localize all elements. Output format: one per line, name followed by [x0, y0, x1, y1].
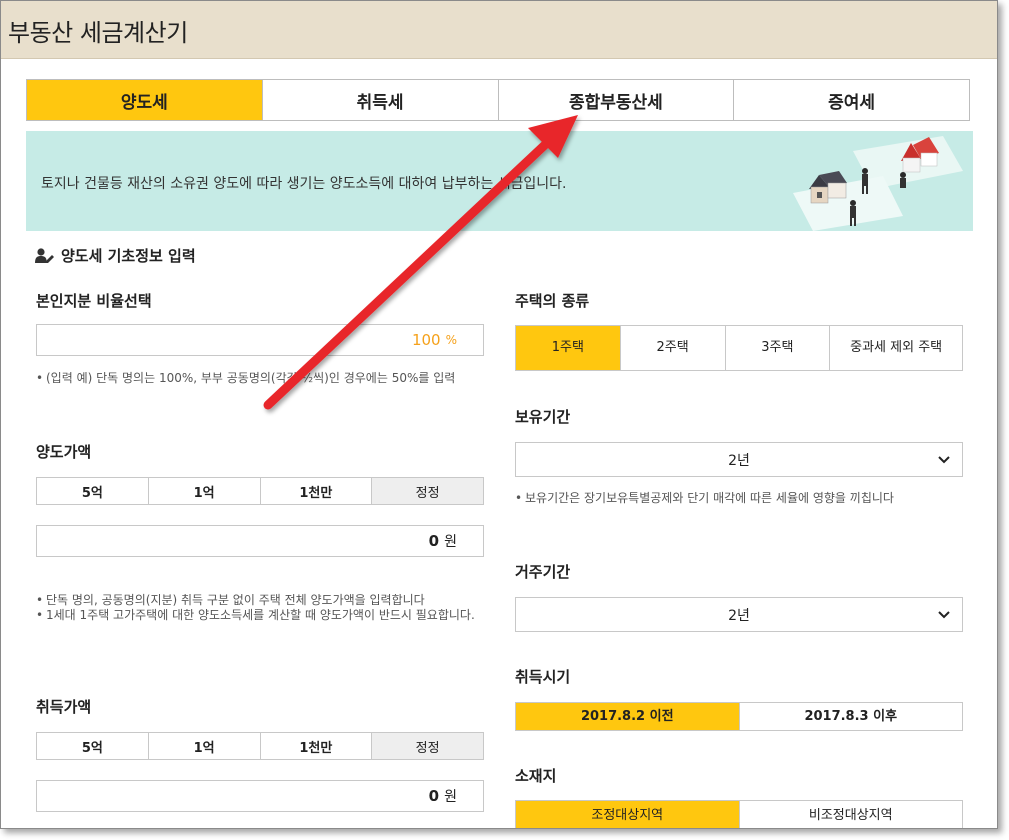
page-title: 부동산 세금계산기 [8, 19, 188, 47]
sale-price-add-500m-button[interactable]: 5억 [37, 478, 149, 504]
banner-description: 토지나 건물등 재산의 소유권 양도에 따라 생기는 양도소득에 대하여 납부하… [41, 176, 567, 192]
acquisition-price-label: 취득가액 [36, 698, 92, 716]
acquisition-price-value: 0 [428, 787, 440, 805]
acquisition-price-unit: 원 [444, 789, 457, 805]
holding-period-select[interactable]: 2년 [515, 442, 963, 477]
ownership-note-item: (입력 예) 단독 명의는 100%, 부부 공동명의(각각 ½씩)인 경우에는… [36, 371, 486, 386]
residence-period-select[interactable]: 2년 [515, 597, 963, 632]
acquisition-time-label: 취득시기 [515, 668, 571, 686]
sale-price-note-item: 단독 명의, 공동명의(지분) 취득 구분 없이 주택 전체 양도가액을 입력합… [36, 593, 486, 608]
sale-price-add-10m-button[interactable]: 1천만 [260, 478, 373, 504]
user-edit-icon [35, 247, 54, 263]
ownership-ratio-value: 100 [411, 331, 441, 349]
sale-price-value: 0 [428, 532, 440, 550]
house-illustration [793, 136, 963, 231]
residence-period-value: 2년 [728, 607, 750, 624]
ownership-ratio-input[interactable]: 100 % [36, 324, 484, 356]
holding-period-value: 2년 [728, 452, 750, 469]
acquisition-price-add-100m-button[interactable]: 1억 [148, 733, 261, 759]
section-title-text: 양도세 기초정보 입력 [61, 247, 196, 265]
tax-type-tabs: 양도세 취득세 종합부동산세 증여세 [26, 79, 970, 121]
ownership-label: 본인지분 비율선택 [36, 292, 152, 310]
holding-period-note-item: 보유기간은 장기보유특별공제와 단기 매각에 따른 세율에 영향을 끼칩니다 [515, 491, 965, 506]
title-bar: 부동산 세금계산기 [1, 1, 997, 59]
holding-period-note: 보유기간은 장기보유특별공제와 단기 매각에 따른 세율에 영향을 끼칩니다 [515, 491, 965, 506]
sale-price-input[interactable]: 0 원 [36, 525, 484, 557]
holding-period-label: 보유기간 [515, 408, 571, 426]
house-type-selector: 1주택 2주택 3주택 중과세 제외 주택 [515, 325, 963, 371]
tab-comprehensive-real-estate-tax[interactable]: 종합부동산세 [498, 80, 735, 120]
info-banner: 토지나 건물등 재산의 소유권 양도에 따라 생기는 양도소득에 대하여 납부하… [26, 131, 973, 231]
tab-acquisition-tax[interactable]: 취득세 [262, 80, 499, 120]
sale-price-note-item: 1세대 1주택 고가주택에 대한 양도소득세를 계산할 때 양도가액이 반드시 … [36, 608, 486, 623]
location-selector: 조정대상지역 비조정대상지역 [515, 800, 963, 828]
sale-price-notes: 단독 명의, 공동명의(지분) 취득 구분 없이 주택 전체 양도가액을 입력합… [36, 593, 486, 623]
acquisition-price-quick-buttons: 5억 1억 1천만 정정 [36, 732, 484, 760]
location-regulated-option[interactable]: 조정대상지역 [516, 801, 740, 828]
chevron-down-icon [938, 456, 950, 464]
acquisition-time-before-option[interactable]: 2017.8.2 이전 [516, 703, 740, 730]
chevron-down-icon [938, 611, 950, 619]
house-type-label: 주택의 종류 [515, 292, 590, 310]
house-type-option-2[interactable]: 2주택 [620, 326, 726, 370]
location-non-regulated-option[interactable]: 비조정대상지역 [739, 801, 962, 828]
sale-price-reset-button[interactable]: 정정 [372, 478, 483, 504]
acquisition-price-add-10m-button[interactable]: 1천만 [260, 733, 373, 759]
sale-price-unit: 원 [444, 534, 457, 550]
sale-price-quick-buttons: 5억 1억 1천만 정정 [36, 477, 484, 505]
house-type-option-exempt[interactable]: 중과세 제외 주택 [830, 326, 962, 370]
acquisition-time-selector: 2017.8.2 이전 2017.8.3 이후 [515, 702, 963, 731]
acquisition-price-add-500m-button[interactable]: 5억 [37, 733, 149, 759]
tab-gift-tax[interactable]: 증여세 [734, 80, 969, 120]
residence-period-label: 거주기간 [515, 563, 571, 581]
tab-capital-gains-tax[interactable]: 양도세 [27, 80, 263, 120]
acquisition-price-reset-button[interactable]: 정정 [372, 733, 483, 759]
section-heading: 양도세 기초정보 입력 [35, 245, 196, 266]
house-type-option-1[interactable]: 1주택 [516, 326, 621, 370]
sale-price-add-100m-button[interactable]: 1억 [148, 478, 261, 504]
app-window: 부동산 세금계산기 양도세 취득세 종합부동산세 증여세 토지나 건물등 재산의… [0, 0, 998, 829]
acquisition-time-after-option[interactable]: 2017.8.3 이후 [739, 703, 962, 730]
acquisition-price-input[interactable]: 0 원 [36, 780, 484, 812]
location-label: 소재지 [515, 767, 557, 785]
sale-price-label: 양도가액 [36, 443, 92, 461]
ownership-ratio-unit: % [445, 333, 457, 347]
house-type-option-3[interactable]: 3주택 [725, 326, 831, 370]
ownership-note: (입력 예) 단독 명의는 100%, 부부 공동명의(각각 ½씩)인 경우에는… [36, 371, 486, 386]
